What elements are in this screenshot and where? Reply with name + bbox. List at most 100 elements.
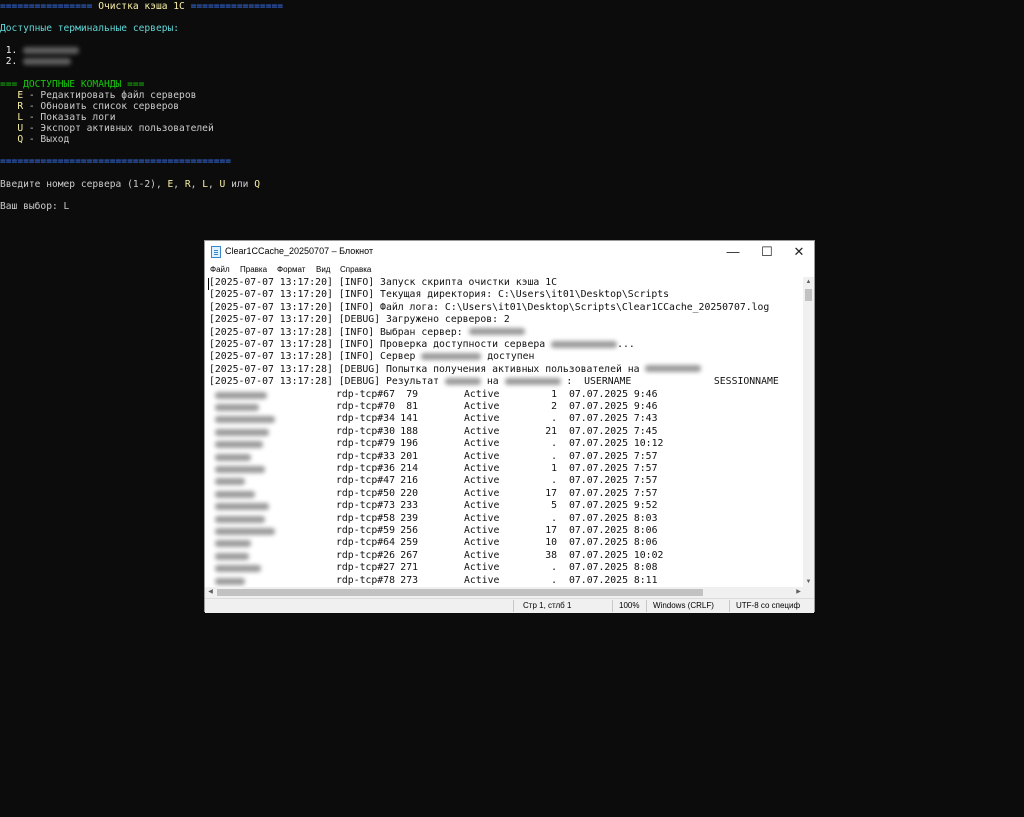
log-line: [2025-07-07 13:17:28] [DEBUG] Результат …: [209, 376, 804, 388]
minimize-button[interactable]: —: [716, 241, 750, 263]
session-name-cell: rdp-tcp#59: [336, 525, 395, 536]
log-text: [2025-07-07 13:17:28] [DEBUG] Попытка по…: [209, 363, 640, 375]
console-title: Очистка кэша 1С: [92, 1, 191, 12]
menu-edit[interactable]: Правка: [240, 265, 267, 274]
menu-format[interactable]: Формат: [277, 265, 305, 274]
logon-time-cell: 07.07.2025 7:57: [569, 450, 658, 462]
username-redacted: [215, 416, 275, 424]
redacted-text: [468, 328, 525, 336]
session-state-cell: Active: [464, 413, 500, 425]
session-id-cell: 216: [400, 475, 418, 487]
console-prompt: Введите номер сервера (1-2), E, R, L, U …: [0, 179, 260, 190]
choice-label: Ваш выбор:: [0, 201, 64, 212]
console-input-line[interactable]: Ваш выбор: L: [0, 201, 69, 212]
horizontal-scrollbar[interactable]: ◀ ▶: [205, 587, 804, 598]
logon-time-cell: 07.07.2025 9:46: [569, 388, 658, 400]
session-name-cell: rdp-tcp#73: [336, 500, 395, 512]
commands-heading: === ДОСТУПНЫЕ КОМАНДЫ ===: [0, 79, 145, 90]
username-redacted: [215, 552, 249, 560]
menu-file[interactable]: Файл: [210, 265, 230, 274]
vertical-scrollbar[interactable]: ▲ ▼: [803, 277, 814, 587]
session-id-cell: 214: [400, 463, 418, 474]
idle-time-cell: .: [551, 512, 557, 524]
idle-time-cell: 38: [545, 549, 557, 561]
username-redacted: [215, 441, 263, 449]
session-state-cell: Active: [464, 475, 500, 487]
session-state-cell: Active: [464, 425, 500, 437]
status-divider: [513, 600, 514, 612]
choice-value[interactable]: L: [64, 201, 70, 212]
username-redacted: [215, 466, 265, 473]
server-number: 1.: [5, 45, 18, 56]
session-state-cell: Active: [464, 450, 500, 462]
scroll-down-icon[interactable]: ▼: [803, 577, 814, 587]
redacted-text: [444, 377, 481, 385]
notepad-window[interactable]: Clear1CCache_20250707 – Блокнот — ☐ ✕ Фа…: [204, 240, 815, 613]
idle-time-cell: .: [551, 413, 557, 425]
redacted-text: [421, 352, 482, 360]
session-id-cell: 188: [400, 425, 418, 437]
username-redacted: [215, 490, 255, 498]
command-item: U - Экспорт активных пользователей: [0, 123, 214, 134]
session-state-cell: Active: [464, 512, 500, 524]
command-text: - Экспорт активных пользователей: [23, 123, 214, 134]
scroll-up-icon[interactable]: ▲: [803, 277, 814, 287]
menu-view[interactable]: Вид: [316, 265, 330, 274]
idle-time-cell: 17: [545, 487, 557, 499]
session-state-cell: Active: [464, 549, 500, 561]
log-line: [2025-07-07 13:17:20] [DEBUG] Загружено …: [209, 314, 510, 326]
command-text: - Обновить список серверов: [23, 101, 180, 112]
command-item: E - Редактировать файл серверов: [0, 90, 196, 101]
log-text-suffix: доступен: [481, 351, 535, 363]
server-name-redacted: [23, 57, 72, 65]
scroll-thumb[interactable]: [805, 289, 812, 301]
session-name-cell: rdp-tcp#26: [336, 549, 395, 561]
scroll-left-icon[interactable]: ◀: [205, 587, 216, 598]
idle-time-cell: .: [551, 562, 557, 574]
idle-time-cell: 17: [545, 525, 557, 536]
servers-heading: Доступные терминальные серверы:: [0, 23, 180, 34]
console-header: ================ Очистка кэша 1С =======…: [0, 1, 283, 12]
session-id-cell: 259: [400, 537, 418, 549]
menu-help[interactable]: Справка: [340, 265, 371, 274]
session-id-cell: 79: [406, 388, 418, 400]
session-id-cell: 81: [406, 401, 418, 412]
log-line: [2025-07-07 13:17:28] [DEBUG] Попытка по…: [209, 363, 702, 376]
session-state-cell: Active: [464, 401, 500, 412]
server-name-redacted: [23, 46, 80, 54]
redacted-text: [645, 365, 702, 373]
prompt-key-q: Q: [254, 179, 260, 190]
session-name-cell: rdp-tcp#70: [336, 401, 395, 412]
header-rule-right: ================: [190, 1, 284, 12]
logon-time-cell: 07.07.2025 9:46: [569, 401, 658, 412]
log-text: на: [480, 376, 505, 388]
session-id-cell: 196: [400, 438, 418, 450]
username-redacted: [215, 565, 261, 573]
logon-time-cell: 07.07.2025 7:57: [569, 475, 658, 487]
command-item: R - Обновить список серверов: [0, 101, 179, 112]
session-state-cell: Active: [464, 562, 500, 574]
scroll-thumb[interactable]: [217, 589, 703, 596]
console-separator: ========================================: [0, 156, 232, 167]
logon-time-cell: 07.07.2025 8:06: [569, 525, 658, 536]
header-rule-left: ================: [0, 1, 93, 12]
logon-time-cell: 07.07.2025 7:43: [569, 413, 658, 425]
log-text: [2025-07-07 13:17:28] [DEBUG] Результат: [209, 376, 440, 388]
session-state-cell: Active: [464, 388, 500, 400]
redacted-text: [551, 340, 618, 348]
log-line: [2025-07-07 13:17:20] [INFO] Текущая дир…: [209, 289, 670, 301]
command-item: Q - Выход: [0, 134, 69, 145]
log-text-suffix: ...: [617, 339, 635, 350]
server-item-1: 1.: [0, 45, 80, 56]
username-redacted: [215, 577, 245, 585]
session-id-cell: 273: [400, 574, 418, 586]
session-name-cell: rdp-tcp#64: [336, 537, 395, 549]
notepad-titlebar[interactable]: Clear1CCache_20250707 – Блокнот — ☐ ✕: [205, 241, 814, 263]
close-button[interactable]: ✕: [782, 241, 816, 263]
username-redacted: [215, 453, 251, 461]
session-id-cell: 220: [400, 487, 418, 499]
status-bar: Стр 1, стлб 1 100% Windows (CRLF) UTF-8 …: [205, 598, 814, 613]
logon-time-cell: 07.07.2025 8:11: [569, 574, 658, 586]
text-editor-area[interactable]: [2025-07-07 13:17:20] [INFO] Запуск скри…: [205, 277, 804, 624]
maximize-button[interactable]: ☐: [750, 241, 784, 263]
